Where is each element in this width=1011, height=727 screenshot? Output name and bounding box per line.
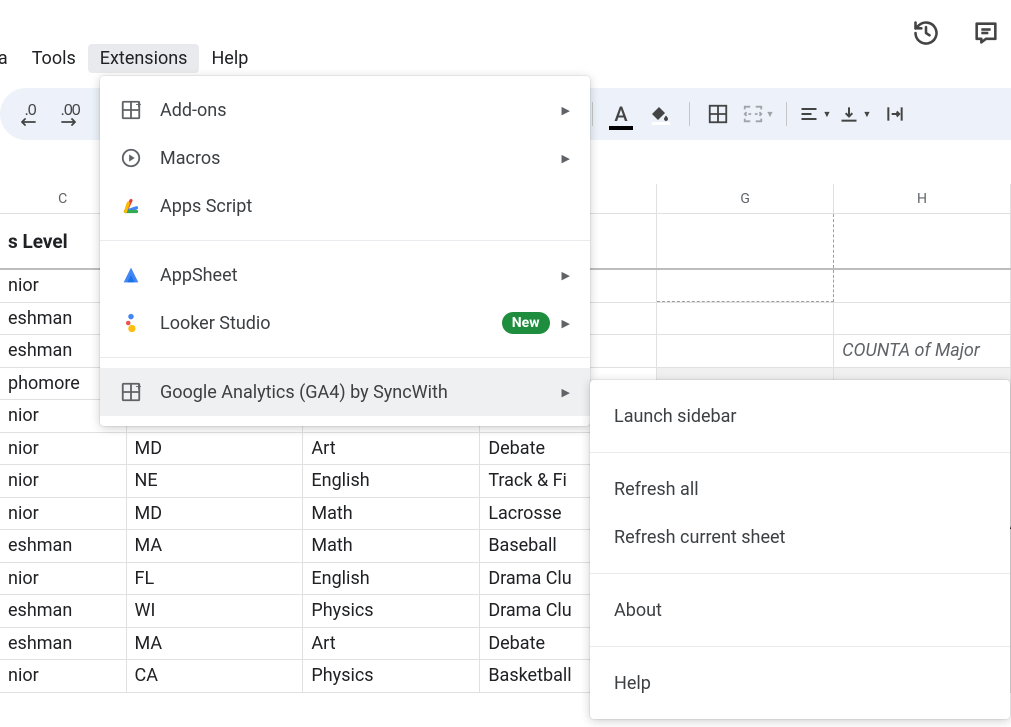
grid-cell[interactable] bbox=[657, 214, 834, 268]
menu-extensions[interactable]: Extensions bbox=[88, 44, 200, 73]
toolbar-separator bbox=[592, 102, 593, 126]
ext-label: Looker Studio bbox=[160, 313, 502, 334]
ext-macros[interactable]: Macros ▶ bbox=[100, 134, 590, 182]
ext-appsheet[interactable]: AppSheet ▶ bbox=[100, 251, 590, 299]
chevron-right-icon: ▶ bbox=[562, 317, 570, 330]
grid-cell[interactable] bbox=[657, 335, 834, 367]
ext-label: AppSheet bbox=[160, 265, 562, 286]
grid-cell[interactable]: Math bbox=[303, 498, 480, 530]
toolbar-separator bbox=[689, 102, 690, 126]
horizontal-align-button[interactable]: ▼ bbox=[797, 96, 833, 132]
grid-cell[interactable]: English bbox=[303, 465, 480, 497]
looker-icon bbox=[118, 310, 144, 336]
grid-cell[interactable]: nior bbox=[0, 433, 127, 465]
grid-cell[interactable]: NE bbox=[127, 465, 304, 497]
grid-cell[interactable]: nior bbox=[0, 498, 127, 530]
col-header-h[interactable]: H bbox=[834, 184, 1011, 213]
toolbar-separator bbox=[786, 102, 787, 126]
ext-label: Add-ons bbox=[160, 100, 562, 121]
menu-separator bbox=[590, 646, 1010, 647]
fill-color-button[interactable] bbox=[643, 96, 679, 132]
submenu-launch-sidebar[interactable]: Launch sidebar bbox=[590, 392, 1010, 440]
grid-cell[interactable]: Math bbox=[303, 530, 480, 562]
new-badge: New bbox=[502, 312, 550, 334]
submenu-refresh-current[interactable]: Refresh current sheet bbox=[590, 513, 1010, 561]
ext-label: Macros bbox=[160, 148, 562, 169]
chevron-right-icon: ▶ bbox=[562, 386, 570, 399]
grid-cell[interactable] bbox=[834, 270, 1011, 302]
grid-cell[interactable] bbox=[834, 214, 1011, 268]
text-color-letter: A bbox=[614, 102, 627, 126]
menu-data-partial[interactable]: ta bbox=[0, 44, 20, 73]
submenu-about[interactable]: About bbox=[590, 586, 1010, 634]
grid-cell[interactable]: MD bbox=[127, 433, 304, 465]
grid-cell[interactable]: nior bbox=[0, 660, 127, 692]
grid-cell[interactable]: MA bbox=[127, 628, 304, 660]
ext-apps-script[interactable]: Apps Script bbox=[100, 182, 590, 230]
grid-cell[interactable]: eshman bbox=[0, 628, 127, 660]
apps-script-icon bbox=[118, 193, 144, 219]
merge-cells-button[interactable]: ▼ bbox=[740, 96, 776, 132]
ext-label: Apps Script bbox=[160, 196, 570, 217]
svg-text:+: + bbox=[136, 100, 142, 111]
ext-addons[interactable]: + Add-ons ▶ bbox=[100, 86, 590, 134]
grid-cell[interactable] bbox=[657, 270, 834, 302]
grid-cell[interactable]: nior bbox=[0, 563, 127, 595]
grid-cell[interactable]: FL bbox=[127, 563, 304, 595]
grid-cell[interactable]: Physics bbox=[303, 660, 480, 692]
grid-cell[interactable]: nior bbox=[0, 465, 127, 497]
grid-cell[interactable] bbox=[657, 303, 834, 335]
menu-separator bbox=[100, 357, 590, 358]
borders-button[interactable] bbox=[700, 96, 736, 132]
menu-separator bbox=[100, 240, 590, 241]
grid-cell-counta[interactable]: COUNTA of Major bbox=[834, 335, 1011, 367]
text-color-underline bbox=[609, 126, 633, 130]
menubar: ta Tools Extensions Help bbox=[0, 40, 1011, 76]
grid-cell[interactable]: English bbox=[303, 563, 480, 595]
grid-cell[interactable]: CA bbox=[127, 660, 304, 692]
comment-icon[interactable] bbox=[971, 18, 1001, 48]
addons-icon: + bbox=[118, 97, 144, 123]
text-color-button[interactable]: A bbox=[603, 96, 639, 132]
ext-looker-studio[interactable]: Looker Studio New ▶ bbox=[100, 299, 590, 347]
col-header-g[interactable]: G bbox=[657, 184, 834, 213]
submenu-help[interactable]: Help bbox=[590, 659, 1010, 707]
menu-help[interactable]: Help bbox=[199, 44, 260, 73]
grid-cell[interactable]: Art bbox=[303, 628, 480, 660]
menu-separator bbox=[590, 573, 1010, 574]
chevron-right-icon: ▶ bbox=[562, 152, 570, 165]
ga4-submenu: Launch sidebar Refresh all Refresh curre… bbox=[590, 380, 1010, 719]
submenu-refresh-all[interactable]: Refresh all bbox=[590, 465, 1010, 513]
ext-label: Google Analytics (GA4) by SyncWith bbox=[160, 382, 562, 403]
counta-label: COUNTA of Major bbox=[842, 340, 980, 361]
grid-cell[interactable]: eshman bbox=[0, 595, 127, 627]
increase-decimal-button[interactable]: .00 bbox=[52, 96, 88, 132]
history-icon[interactable] bbox=[911, 18, 941, 48]
macros-icon bbox=[118, 145, 144, 171]
decrease-decimal-button[interactable]: .0 bbox=[12, 96, 48, 132]
chevron-right-icon: ▶ bbox=[562, 104, 570, 117]
grid-cell[interactable]: eshman bbox=[0, 530, 127, 562]
addons-icon: + bbox=[118, 379, 144, 405]
menu-tools[interactable]: Tools bbox=[20, 44, 88, 73]
grid-cell[interactable]: Art bbox=[303, 433, 480, 465]
grid-cell[interactable]: MA bbox=[127, 530, 304, 562]
menu-separator bbox=[590, 452, 1010, 453]
extensions-menu: + Add-ons ▶ Macros ▶ Apps Script AppShee… bbox=[100, 76, 590, 426]
grid-cell[interactable]: Physics bbox=[303, 595, 480, 627]
vertical-align-button[interactable]: ▼ bbox=[837, 96, 873, 132]
grid-cell[interactable]: WI bbox=[127, 595, 304, 627]
appsheet-icon bbox=[118, 262, 144, 288]
svg-text:+: + bbox=[136, 382, 142, 393]
text-wrap-button[interactable] bbox=[877, 96, 913, 132]
chevron-right-icon: ▶ bbox=[562, 269, 570, 282]
grid-cell[interactable]: MD bbox=[127, 498, 304, 530]
ext-ga4-syncwith[interactable]: + Google Analytics (GA4) by SyncWith ▶ bbox=[100, 368, 590, 416]
grid-cell[interactable] bbox=[834, 303, 1011, 335]
